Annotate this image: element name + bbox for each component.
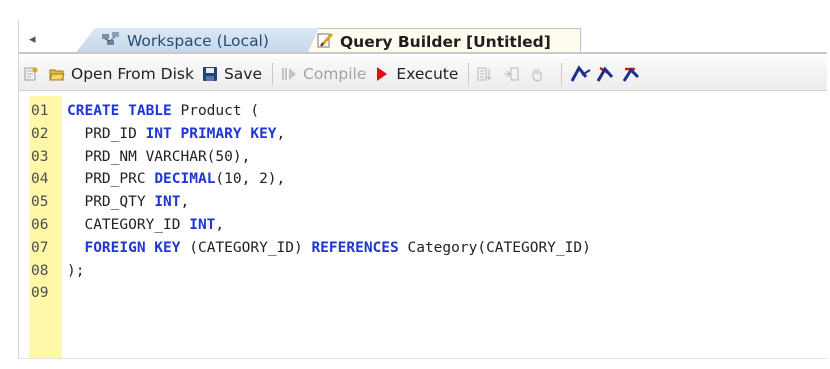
code-line: 04 PRD_PRC DECIMAL(10, 2),: [29, 168, 591, 191]
bookmark-icon: [571, 65, 591, 82]
execute-icon: [377, 67, 388, 81]
tab-bar-divider: [19, 52, 827, 54]
code-text: PRD_PRC DECIMAL(10, 2),: [62, 168, 285, 191]
line-number: 05: [31, 194, 49, 211]
toolbar-separator: [468, 63, 470, 85]
line-number: 07: [31, 239, 49, 256]
sql-token: (10, 2),: [215, 171, 286, 188]
compile-button[interactable]: Compile: [281, 60, 366, 88]
hand-icon: [532, 69, 542, 82]
toolbar: Open From Disk Save Compile Execute: [19, 58, 827, 91]
sql-token: ,: [276, 125, 286, 142]
code-text: PRD_NM VARCHAR(50),: [62, 146, 250, 169]
execute-button[interactable]: Execute: [374, 60, 458, 88]
sql-editor[interactable]: 01 CREATE TABLE Product (02 PRD_ID INT PR…: [29, 96, 827, 358]
code-line: 09: [29, 282, 591, 305]
sql-keyword: DECIMAL: [154, 171, 216, 188]
sql-token: ,: [215, 216, 225, 233]
code-line: 08);: [29, 260, 591, 283]
bookmark-next-button[interactable]: [596, 60, 618, 88]
code-line: 07 FOREIGN KEY (CATEGORY_ID) REFERENCES …: [29, 237, 591, 260]
sql-token: Product (: [171, 103, 260, 119]
sql-keyword: CREATE TABLE: [67, 103, 172, 119]
sql-token: PRD_ID: [67, 125, 146, 142]
code-text: CATEGORY_ID INT,: [62, 214, 224, 237]
bookmark-button[interactable]: [570, 60, 592, 88]
sql-keyword: INT: [154, 194, 181, 211]
hand-tool-button[interactable]: [529, 60, 551, 88]
tab-scroll-left-icon[interactable]: ◂: [29, 32, 36, 47]
code-text: PRD_ID INT PRIMARY KEY,: [62, 123, 285, 146]
tab-query-builder[interactable]: Query Builder [Untitled]: [307, 28, 581, 54]
format-icon: [477, 67, 492, 81]
execute-label: Execute: [396, 65, 459, 83]
format-button[interactable]: [477, 60, 499, 88]
toolbar-separator: [272, 63, 273, 85]
line-number: 09: [31, 285, 49, 302]
line-number: 02: [31, 125, 49, 142]
code-line: 03 PRD_NM VARCHAR(50),: [29, 146, 591, 169]
code-text: PRD_QTY INT,: [62, 191, 189, 214]
code-lines: 01 CREATE TABLE Product (02 PRD_ID INT PR…: [29, 100, 591, 305]
sql-keyword: INT PRIMARY KEY: [145, 125, 277, 142]
compile-icon: [282, 68, 296, 80]
open-folder-icon: [49, 69, 65, 81]
sql-keyword: INT: [189, 216, 216, 233]
line-number: 01: [31, 103, 49, 119]
code-text: );: [62, 260, 84, 283]
new-query-button[interactable]: [23, 60, 45, 88]
tab-workspace[interactable]: Workspace (Local): [75, 28, 325, 54]
tab-bar: ◂ Workspace (Local) Query Builder [Untit…: [19, 26, 827, 54]
toolbar-separator: [561, 63, 563, 85]
sql-token: PRD_NM VARCHAR(50),: [67, 148, 251, 165]
sql-token: PRD_QTY: [67, 194, 155, 211]
sql-keyword: FOREIGN KEY: [84, 239, 181, 256]
insert-icon: [504, 67, 519, 81]
bookmark-previous-button[interactable]: [622, 60, 644, 88]
sql-keyword: REFERENCES: [311, 239, 399, 256]
tab-query-builder-label: Query Builder [Untitled]: [340, 32, 551, 51]
open-from-disk-button[interactable]: Open From Disk: [49, 60, 194, 88]
save-label: Save: [223, 65, 262, 83]
code-line: 02 PRD_ID INT PRIMARY KEY,: [29, 123, 591, 146]
code-line: 05 PRD_QTY INT,: [29, 191, 591, 214]
line-number: 08: [31, 262, 49, 279]
sql-token: );: [67, 262, 85, 279]
bookmark-next-icon: [597, 66, 614, 82]
open-from-disk-label: Open From Disk: [71, 65, 194, 83]
insert-button[interactable]: [503, 60, 525, 88]
new-query-icon: [24, 67, 38, 81]
sql-token: (CATEGORY_ID): [180, 239, 312, 256]
tab-workspace-label: Workspace (Local): [127, 32, 269, 50]
code-text: FOREIGN KEY (CATEGORY_ID) REFERENCES Cat…: [62, 237, 591, 260]
workspace-icon: [101, 31, 121, 51]
code-line: 01 CREATE TABLE Product (: [29, 100, 591, 123]
save-button[interactable]: Save: [202, 60, 262, 88]
sql-token: Category(CATEGORY_ID): [398, 239, 591, 256]
query-builder-icon: [316, 31, 334, 53]
compile-label: Compile: [303, 65, 367, 83]
save-icon: [202, 67, 217, 81]
code-text: CREATE TABLE Product (: [62, 100, 259, 123]
sql-token: CATEGORY_ID: [67, 216, 190, 233]
sql-token: PRD_PRC: [67, 171, 155, 188]
bookmark-previous-icon: [623, 67, 640, 82]
line-number: 04: [31, 171, 49, 188]
query-builder-window: ◂ Workspace (Local) Query Builder [Untit…: [18, 20, 827, 359]
code-line: 06 CATEGORY_ID INT,: [29, 214, 591, 237]
line-number: 06: [31, 216, 49, 233]
line-number: 03: [31, 148, 49, 165]
sql-token: ,: [180, 194, 190, 211]
